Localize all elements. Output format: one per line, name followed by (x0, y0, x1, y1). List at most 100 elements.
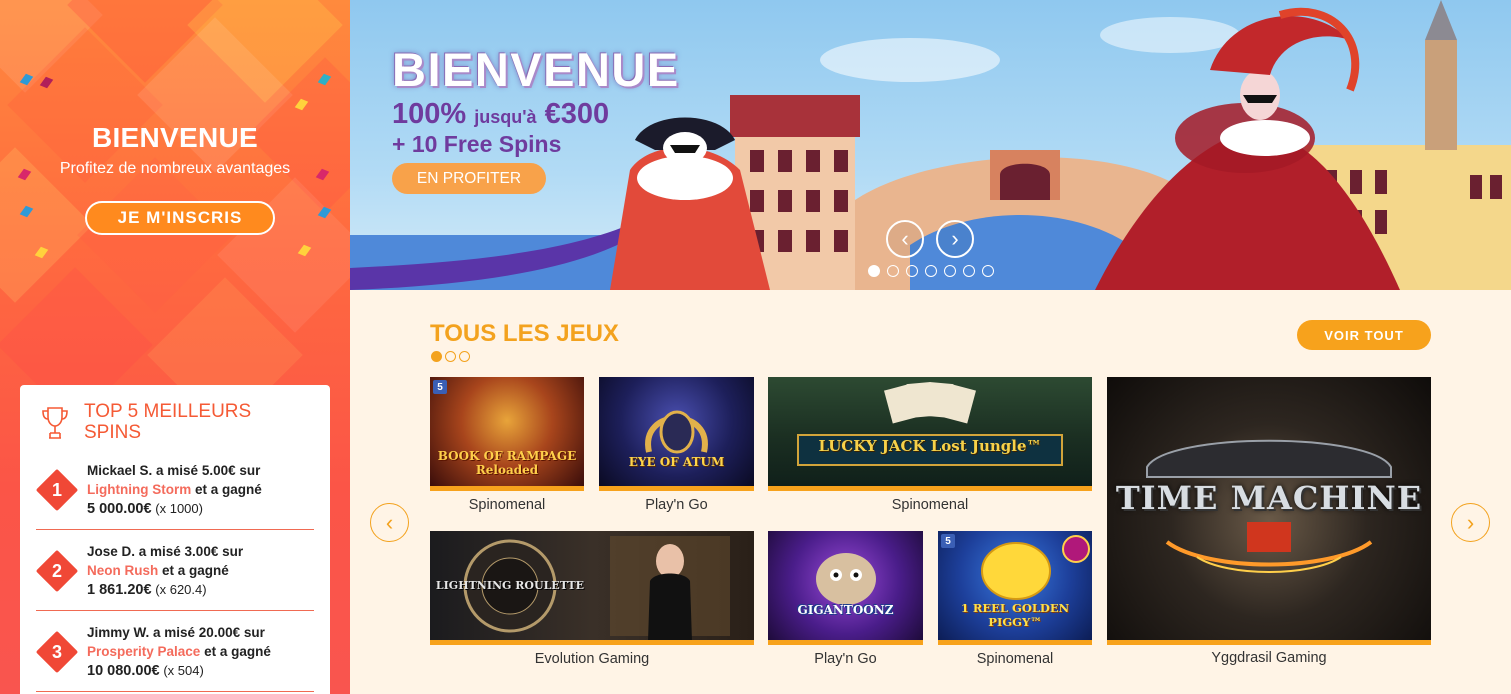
game-provider: Play'n Go (814, 651, 877, 667)
chevron-left-icon: ‹ (901, 226, 909, 251)
game-name: EYE OF ATUM (628, 455, 725, 469)
slide-dot[interactable] (887, 265, 899, 277)
game-name: TIME MACHINE (1115, 479, 1423, 517)
banner-prev-button[interactable]: ‹ (886, 220, 924, 258)
game-thumbnail: TIME MACHINE (1107, 377, 1431, 645)
page-dot[interactable] (445, 351, 456, 362)
top5-header: TOP 5 MEILLEURS SPINS (36, 401, 314, 443)
pharaoh-icon (645, 410, 708, 454)
spin-entry: 2 Jose D. a misé 3.00€ sur Neon Rush et … (35, 530, 314, 611)
top5-title: TOP 5 MEILLEURS SPINS (84, 401, 251, 443)
banner-offer-amount: 100% jusqu'à €300 (392, 98, 609, 131)
game-name: GIGANTOONZ (797, 603, 894, 617)
spin-player-bet: Jose D. a misé 3.00€ sur (87, 544, 244, 559)
slide-dot[interactable] (906, 265, 918, 277)
game-thumbnail: GIGANTOONZ (768, 531, 923, 645)
spin-player-bet: Mickael S. a misé 5.00€ sur (87, 463, 261, 478)
game-tile[interactable]: EYE OF ATUM Play'n Go (599, 377, 754, 517)
rank-badge: 2 (35, 549, 79, 593)
spin-amount: 1 861.20€ (87, 582, 152, 598)
spin-game-link[interactable]: Neon Rush (87, 563, 158, 578)
game-name: 1 REEL GOLDEN PIGGY™ (960, 601, 1070, 629)
welcome-title: BIENVENUE (91, 122, 259, 153)
spin-multiplier: (x 1000) (155, 501, 203, 516)
spin-text: Jose D. a misé 3.00€ sur Neon Rush et a … (87, 542, 243, 600)
slide-dot[interactable] (982, 265, 994, 277)
spin-entry: 1 Mickael S. a misé 5.00€ sur Lightning … (35, 449, 314, 530)
rank-number: 1 (51, 479, 62, 500)
welcome-block: BIENVENUE Profitez de nombreux avantages (0, 122, 350, 178)
sidebar: BIENVENUE Profitez de nombreux avantages… (0, 0, 350, 694)
welcome-subtitle: Profitez de nombreux avantages (59, 160, 291, 177)
chevron-right-icon: › (951, 226, 959, 251)
rank-number: 3 (51, 641, 62, 662)
spin-won-text: et a gagné (162, 563, 229, 578)
spin-game-link[interactable]: Prosperity Palace (87, 644, 200, 659)
section-page-dots (431, 351, 470, 362)
spin-amount: 10 080.00€ (87, 663, 160, 679)
section-title: TOUS LES JEUX (430, 320, 619, 347)
spin-multiplier: (x 504) (163, 663, 204, 678)
slide-dot[interactable] (963, 265, 975, 277)
page-dot[interactable] (431, 351, 442, 362)
top5-title-line1: TOP 5 MEILLEURS (84, 401, 252, 422)
games-prev-button[interactable]: ‹ (370, 503, 409, 542)
game-thumbnail: 5 1 REEL GOLDEN PIGGY™ (938, 531, 1092, 645)
game-name: LIGHTNING ROULETTE (435, 579, 585, 592)
game-tile[interactable]: TIME MACHINE Yggdrasil Gaming (1107, 377, 1431, 671)
game-tile[interactable]: 5 1 REEL GOLDEN PIGGY™ Spinomenal (938, 531, 1092, 671)
banner-offer-spins: + 10 Free Spins (392, 131, 562, 157)
rank-badge: 1 (35, 468, 79, 512)
spin-player-bet: Jimmy W. a misé 20.00€ sur (87, 625, 265, 640)
game-tile[interactable]: GIGANTOONZ Play'n Go (768, 531, 923, 671)
banner-slide-dots (868, 265, 994, 277)
game-provider: Yggdrasil Gaming (1211, 650, 1327, 666)
decor-diamond (77, 157, 233, 313)
spinomenal-badge: 5 (433, 380, 447, 394)
spin-text: Mickael S. a misé 5.00€ sur Lightning St… (87, 461, 262, 519)
slide-dot[interactable] (944, 265, 956, 277)
spin-amount: 5 000.00€ (87, 501, 152, 517)
spin-won-text: et a gagné (204, 644, 271, 659)
game-name: LUCKY JACK Lost Jungle™ (818, 437, 1042, 455)
top5-spins-panel: TOP 5 MEILLEURS SPINS 1 Mickael S. a mis… (20, 385, 330, 694)
slide-dot[interactable] (925, 265, 937, 277)
game-provider: Spinomenal (468, 497, 546, 513)
game-tile[interactable]: LUCKY JACK Lost Jungle™ Spinomenal (768, 377, 1092, 517)
top5-title-line2: SPINS (84, 422, 142, 443)
banner-next-button[interactable]: › (936, 220, 974, 258)
game-provider: Evolution Gaming (534, 651, 650, 667)
banner-title: BIENVENUE (392, 43, 680, 96)
trophy-icon (42, 407, 68, 439)
banner-offer-value: €300 (544, 98, 610, 130)
playing-cards-icon (797, 382, 1063, 466)
spin-entry: 3 Jimmy W. a misé 20.00€ sur Prosperity … (35, 611, 314, 692)
chevron-right-icon: › (1466, 509, 1475, 535)
game-tile[interactable]: LIGHTNING ROULETTE Evolution Gaming (430, 531, 754, 671)
spin-multiplier: (x 620.4) (155, 582, 207, 597)
promo-banner[interactable]: BIENVENUE 100% jusqu'à €300 + 10 Free Sp… (350, 0, 1511, 290)
game-thumbnail: LIGHTNING ROULETTE (430, 531, 754, 645)
spin-text: Jimmy W. a misé 20.00€ sur Prosperity Pa… (87, 623, 271, 681)
banner-offer-percent: 100% (392, 98, 467, 130)
spin-won-text: et a gagné (195, 482, 262, 497)
banner-cta-button[interactable]: EN PROFITER (392, 163, 546, 194)
game-thumbnail: EYE OF ATUM (599, 377, 754, 491)
slide-dot[interactable] (868, 265, 880, 277)
game-provider: Spinomenal (976, 651, 1054, 667)
game-thumbnail: 5 BOOK OF RAMPAGE Reloaded (430, 377, 584, 491)
view-all-button[interactable]: VOIR TOUT (1297, 320, 1431, 350)
spin-game-link[interactable]: Lightning Storm (87, 482, 191, 497)
rank-number: 2 (51, 560, 62, 581)
game-name: BOOK OF RAMPAGE Reloaded (437, 449, 577, 477)
game-thumbnail: LUCKY JACK Lost Jungle™ (768, 377, 1092, 491)
rank-badge: 3 (35, 630, 79, 674)
games-next-button[interactable]: › (1451, 503, 1490, 542)
signup-button[interactable]: JE M'INSCRIS (85, 201, 275, 235)
chevron-left-icon: ‹ (385, 509, 394, 535)
page-dot[interactable] (459, 351, 470, 362)
game-provider: Spinomenal (891, 497, 969, 513)
monster-icon (816, 553, 876, 605)
game-provider: Play'n Go (645, 497, 708, 513)
game-tile[interactable]: 5 BOOK OF RAMPAGE Reloaded Spinomenal (430, 377, 584, 517)
